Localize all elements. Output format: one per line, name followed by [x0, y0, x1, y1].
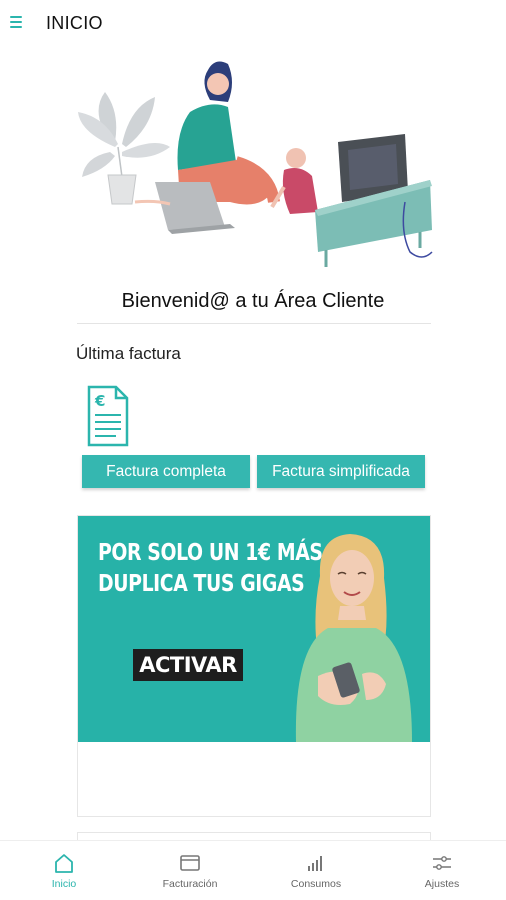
- promo-headline: POR SOLO UN 1€ MÁS DUPLICA TUS GIGAS: [98, 538, 323, 600]
- nav-label-inicio: Inicio: [51, 878, 77, 890]
- divider: [77, 323, 431, 324]
- nav-item-ajustes[interactable]: Ajustes: [392, 841, 492, 900]
- hamburger-icon[interactable]: [10, 14, 26, 30]
- nav-label-facturacion: Facturación: [162, 878, 218, 890]
- invoice-euro-icon[interactable]: €: [86, 384, 130, 448]
- card-icon: [180, 855, 200, 871]
- nav-item-facturacion[interactable]: Facturación: [140, 841, 240, 900]
- sliders-icon: [433, 856, 451, 870]
- welcome-illustration: [78, 61, 433, 267]
- promo-banner[interactable]: POR SOLO UN 1€ MÁS DUPLICA TUS GIGAS ACT…: [78, 516, 430, 742]
- app-screen: INICIO Bienvenid@ a tu Área Cliente Últi…: [0, 0, 506, 900]
- svg-text:€: €: [94, 392, 105, 410]
- welcome-heading: Bienvenid@ a tu Área Cliente: [121, 290, 385, 312]
- home-icon: [55, 854, 73, 873]
- last-invoice-title: Última factura: [76, 344, 181, 363]
- nav-item-inicio[interactable]: Inicio: [14, 841, 114, 900]
- page-title: INICIO: [46, 13, 103, 33]
- top-bar: INICIO: [0, 0, 506, 48]
- promo-card: POR SOLO UN 1€ MÁS DUPLICA TUS GIGAS ACT…: [77, 515, 431, 817]
- baby-illustration: [270, 148, 318, 214]
- promo-headline-line1: POR SOLO UN 1€ MÁS: [98, 540, 323, 566]
- nav-label-consumos: Consumos: [290, 878, 342, 890]
- plant-illustration: [78, 92, 170, 205]
- activate-button[interactable]: ACTIVAR: [133, 649, 243, 681]
- tv-illustration: [315, 134, 433, 267]
- full-invoice-button[interactable]: Factura completa: [82, 455, 250, 488]
- promo-headline-line2: DUPLICA TUS GIGAS: [98, 571, 305, 597]
- bar-chart-icon: [308, 856, 322, 871]
- promo-person-photo: [295, 534, 412, 742]
- bottom-navigation: Inicio Facturación Consumos Ajustes: [0, 840, 506, 900]
- nav-label-ajustes: Ajustes: [424, 878, 460, 890]
- nav-item-consumos[interactable]: Consumos: [266, 841, 366, 900]
- simplified-invoice-button[interactable]: Factura simplificada: [257, 455, 425, 488]
